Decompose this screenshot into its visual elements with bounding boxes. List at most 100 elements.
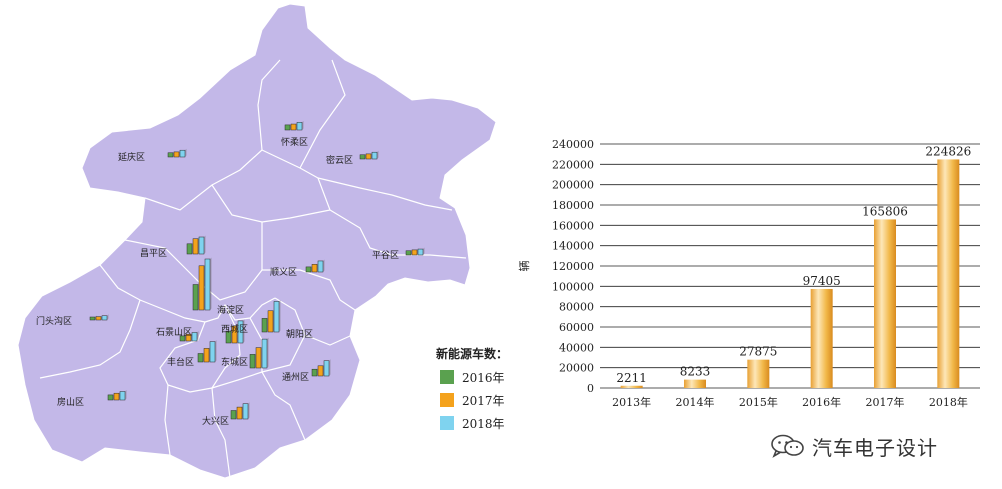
map-bar-side	[204, 235, 206, 254]
data-labels: 2211 8233 27875 97405 165806 224826	[616, 144, 971, 384]
map-bar-2018	[179, 149, 186, 158]
map-bar-2018	[191, 332, 198, 342]
legend-title: 新能源车数：	[436, 346, 508, 361]
map-base	[17, 3, 497, 479]
district-label: 房山区	[57, 396, 84, 408]
x-tick-label: 2013年	[612, 395, 651, 409]
map-bar-2017	[192, 238, 199, 255]
x-tick-label: 2015年	[739, 395, 778, 409]
data-label: 2211	[616, 371, 647, 385]
legend-label-2017: 2017年	[462, 394, 505, 408]
map-bar-2017	[267, 310, 274, 333]
bar-2015年	[747, 359, 770, 388]
map-bar-2018	[317, 260, 324, 273]
map-bar-2017	[411, 249, 418, 256]
legend-label-2018: 2018年	[462, 417, 505, 431]
map-bar-side	[302, 120, 304, 130]
map-bar-2017	[317, 365, 324, 377]
y-tick-label: 200000	[552, 179, 594, 192]
y-tick-label: 80000	[559, 301, 594, 314]
y-tick-labels: 0 20000 40000 60000 80000 100000 120000 140000 1…	[552, 138, 594, 395]
map-bar-2018	[209, 341, 216, 363]
wechat-icon	[771, 434, 804, 458]
map-bar-2017	[203, 348, 210, 363]
y-tick-label: 120000	[552, 260, 594, 273]
map-bar-2016	[107, 394, 114, 401]
district-label: 延庆区	[118, 151, 145, 163]
map-bar-2016	[167, 152, 174, 158]
map-bar-side	[323, 259, 325, 272]
bar-2017年	[874, 219, 896, 388]
map-bar-2018	[261, 338, 268, 369]
district-label: 怀柔区	[281, 136, 308, 148]
data-label: 224826	[925, 144, 971, 158]
map-bar-2016	[197, 353, 204, 363]
district-label: 海淀区	[217, 304, 244, 316]
map-bar-2018	[417, 248, 424, 256]
map-bar-side	[279, 299, 281, 332]
y-tick-label: 240000	[552, 138, 594, 151]
district-label: 通州区	[282, 372, 309, 383]
legend-swatch-2017	[440, 393, 454, 407]
map-bar-2016	[192, 284, 199, 311]
legend-label-2016: 2016年	[462, 371, 505, 385]
map-bar-2018	[323, 360, 330, 377]
map-bar-2018	[273, 301, 280, 333]
map-bar-2016	[405, 250, 412, 256]
map-bar-2017	[365, 153, 372, 160]
map-bar-2017	[255, 347, 262, 369]
x-tick-label: 2018年	[929, 395, 968, 409]
chart-gridlines	[600, 143, 980, 389]
beijing-outline	[17, 3, 497, 479]
map-bar-2017	[113, 392, 120, 401]
bar-2013年	[620, 385, 643, 388]
map-bar-2016	[186, 243, 193, 255]
y-tick-label: 20000	[559, 362, 594, 375]
district-label: 石景山区	[156, 327, 192, 338]
x-tick-labels: 2013年 2014年 2015年 2016年 2017年 2018年	[612, 395, 968, 409]
y-tick-label: 140000	[552, 240, 594, 253]
map-bar-2016	[230, 410, 237, 420]
y-tick-label: 100000	[552, 280, 594, 293]
district-label: 丰台区	[167, 356, 194, 368]
map-bar-2016	[359, 154, 366, 160]
map-bar-side	[215, 340, 217, 362]
annual-ev-bar-chart: 辆 0 20000 40000 60000 80000 100000 120000 14000…	[517, 138, 980, 409]
map-bar-side	[329, 359, 331, 376]
map-bar-2018	[242, 403, 249, 420]
bar-2014年	[684, 379, 706, 388]
map-bar-2016	[89, 316, 96, 321]
district-label: 西城区	[221, 324, 248, 335]
y-axis-label: 辆	[517, 261, 531, 272]
map-bar-2017	[290, 123, 297, 131]
map-bar-side	[267, 337, 269, 368]
map-bar-2018	[101, 315, 108, 321]
y-tick-label: 160000	[552, 219, 594, 232]
x-tick-label: 2017年	[866, 395, 905, 409]
map-bar-2016	[311, 368, 318, 377]
beijing-district-map: 延庆区 怀柔区密云区昌平区 平谷区顺义区海淀区门头沟区石景山区 西城区 朝阳区丰台区 东城…	[17, 3, 508, 479]
map-bar-side	[210, 257, 212, 310]
map-bar-side	[248, 402, 250, 419]
bar-2016年	[810, 288, 833, 388]
x-tick-label: 2014年	[676, 395, 715, 409]
map-bar-side	[125, 390, 127, 400]
legend-swatch-2018	[440, 416, 454, 430]
district-label: 平谷区	[372, 250, 399, 261]
y-tick-label: 220000	[552, 158, 594, 171]
district-label: 大兴区	[202, 415, 229, 427]
district-label: 顺义区	[270, 267, 297, 278]
y-tick-label: 60000	[559, 321, 594, 334]
data-label: 27875	[739, 345, 777, 359]
district-label: 昌平区	[140, 248, 167, 259]
map-bar-2018	[371, 151, 378, 160]
data-label: 8233	[680, 365, 711, 379]
map-bar-2017	[311, 264, 318, 273]
data-label: 165806	[862, 204, 908, 218]
y-tick-label: 40000	[559, 341, 594, 354]
district-label: 朝阳区	[286, 329, 313, 340]
y-tick-label: 0	[587, 382, 594, 395]
district-label: 东城区	[221, 356, 248, 368]
map-bar-2017	[95, 316, 102, 321]
map-bar-2017	[198, 265, 205, 311]
